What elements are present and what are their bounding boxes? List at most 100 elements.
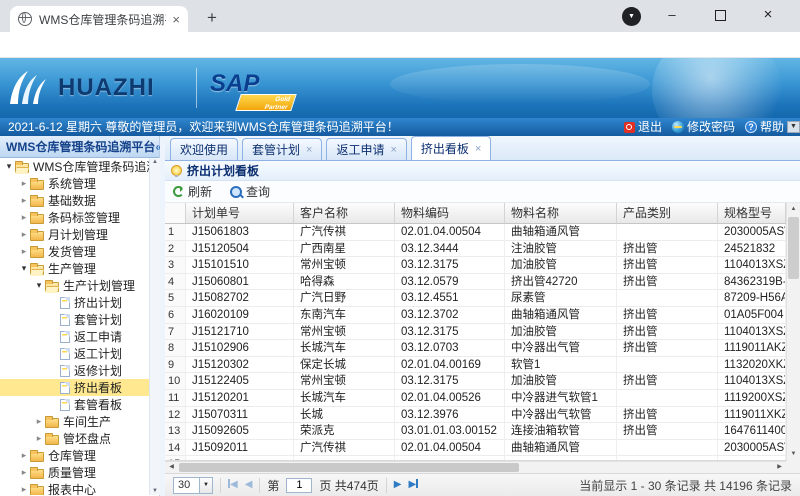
table-row[interactable]: 7J15121710常州宝顿03.12.3175加油胶管挤出管1104013XS… bbox=[165, 324, 786, 341]
tree-item-发货管理[interactable]: ▸发货管理 bbox=[0, 243, 149, 260]
vertical-scrollbar[interactable]: ▲ ▼ bbox=[786, 203, 800, 461]
table-row[interactable]: 6J16020109东南汽车03.12.3702曲轴箱通风管挤出管01A05F0… bbox=[165, 307, 786, 324]
tree-item-生产计划管理[interactable]: ▾ 生产计划管理 bbox=[0, 277, 149, 294]
page-number-input[interactable] bbox=[286, 478, 312, 493]
tree-item-系统管理[interactable]: ▸系统管理 bbox=[0, 175, 149, 192]
tree-expander-icon[interactable]: ▸ bbox=[33, 433, 45, 444]
tree-item-质量管理[interactable]: ▸质量管理 bbox=[0, 464, 149, 481]
document-tab-挤出看板[interactable]: 挤出看板× bbox=[411, 136, 491, 160]
tree-expander-icon[interactable]: ▸ bbox=[33, 416, 45, 427]
tree-item-管坯盘点[interactable]: ▸管坯盘点 bbox=[0, 430, 149, 447]
scroll-down-icon[interactable]: ▼ bbox=[787, 448, 800, 461]
tree-item-label: 生产计划管理 bbox=[63, 277, 135, 294]
folder-icon bbox=[30, 486, 44, 496]
table-row[interactable]: 3J15101510常州宝顿03.12.3175加油胶管挤出管1104013XS… bbox=[165, 257, 786, 274]
browser-profile-icon[interactable]: ▼ bbox=[622, 7, 641, 26]
tree-expander-icon[interactable]: ▸ bbox=[18, 212, 30, 223]
tree-expander-icon[interactable]: ▸ bbox=[18, 246, 30, 257]
page-size-select[interactable]: 30 ▼ bbox=[173, 477, 213, 494]
tree-item-WMS仓库管理条码追溯系统[interactable]: ▾WMS仓库管理条码追溯系统 bbox=[0, 158, 149, 175]
vertical-scrollbar-thumb[interactable] bbox=[788, 217, 799, 279]
tree-item-月计划管理[interactable]: ▸月计划管理 bbox=[0, 226, 149, 243]
table-row[interactable]: 11J15120201长城汽车02.01.04.00526中冷器进气软管1111… bbox=[165, 390, 786, 407]
query-button[interactable]: 查询 bbox=[230, 183, 270, 200]
refresh-button[interactable]: 刷新 bbox=[173, 183, 212, 200]
table-row[interactable]: 9J15120302保定长城02.01.04.00169软管11132020XK… bbox=[165, 357, 786, 374]
table-row[interactable]: 13J15092605荣派克03.01.01.03.00152连接油箱软管挤出管… bbox=[165, 423, 786, 440]
grid-header-规格型号[interactable]: 规格型号 bbox=[718, 203, 786, 224]
tree-item-生产管理[interactable]: ▾生产管理 bbox=[0, 260, 149, 277]
grid-header-rownum bbox=[165, 203, 186, 224]
sidebar-scrollbar[interactable]: ▲ ▼ bbox=[149, 158, 160, 495]
tree-item-挤出计划[interactable]: 挤出计划 bbox=[0, 294, 149, 311]
window-close-button[interactable]: × bbox=[748, 0, 788, 30]
tree-item-返工计划[interactable]: 返工计划 bbox=[0, 345, 149, 362]
tree-expander-icon[interactable]: ▾ bbox=[3, 161, 15, 172]
grid-header-产品类别[interactable]: 产品类别 bbox=[617, 203, 718, 224]
window-maximize-button[interactable] bbox=[700, 0, 740, 30]
tree-item-挤出看板[interactable]: 挤出看板 bbox=[0, 379, 149, 396]
help-button[interactable]: ? 帮助 bbox=[745, 118, 784, 136]
grid-header-客户名称[interactable]: 客户名称 bbox=[294, 203, 395, 224]
grid-header-物料名称[interactable]: 物料名称 bbox=[505, 203, 617, 224]
tree-expander-icon[interactable]: ▸ bbox=[18, 484, 30, 495]
horizontal-scrollbar[interactable]: ◀ ▶ bbox=[165, 461, 786, 473]
document-tab-欢迎使用[interactable]: 欢迎使用 bbox=[170, 138, 238, 160]
tab-close-icon[interactable]: × bbox=[306, 144, 312, 156]
next-page-button[interactable]: ▶ bbox=[394, 477, 402, 493]
scroll-left-icon[interactable]: ◀ bbox=[165, 462, 178, 473]
tree-expander-icon[interactable]: ▸ bbox=[18, 229, 30, 240]
tree-expander-icon[interactable]: ▾ bbox=[18, 263, 30, 274]
table-cell: 1104013XSZ0 bbox=[718, 373, 786, 390]
window-minimize-button[interactable]: – bbox=[652, 0, 692, 30]
tree-item-条码标签管理[interactable]: ▸条码标签管理 bbox=[0, 209, 149, 226]
tree-item-返修计划[interactable]: 返修计划 bbox=[0, 362, 149, 379]
document-tab-返工申请[interactable]: 返工申请× bbox=[326, 138, 406, 160]
row-number: 3 bbox=[165, 257, 186, 274]
table-row[interactable]: 14J15092011广汽传祺02.01.04.00504曲轴箱通风管20300… bbox=[165, 440, 786, 457]
table-cell bbox=[617, 224, 718, 241]
tree-item-仓库管理[interactable]: ▸仓库管理 bbox=[0, 447, 149, 464]
table-row[interactable]: 10J15122405常州宝顿03.12.3175加油胶管挤出管1104013X… bbox=[165, 373, 786, 390]
table-row[interactable]: 4J15060801哈得森03.12.0579挤出管42720挤出管843623… bbox=[165, 274, 786, 291]
tree-expander-icon[interactable]: ▸ bbox=[18, 195, 30, 206]
tree-expander-icon[interactable]: ▸ bbox=[18, 178, 30, 189]
tree-item-套管计划[interactable]: 套管计划 bbox=[0, 311, 149, 328]
scroll-up-icon[interactable]: ▲ bbox=[787, 203, 800, 216]
scroll-right-icon[interactable]: ▶ bbox=[773, 462, 786, 473]
grid-header-计划单号[interactable]: 计划单号 bbox=[186, 203, 294, 224]
last-page-button[interactable]: ▶ bbox=[408, 477, 418, 493]
tree-item-返工申请[interactable]: 返工申请 bbox=[0, 328, 149, 345]
scroll-up-icon[interactable]: ▲ bbox=[150, 159, 160, 165]
change-password-button[interactable]: 修改密码 bbox=[672, 118, 735, 136]
table-row[interactable]: 5J15082702广汽日野03.12.4551尿素管87209-H56A1 bbox=[165, 290, 786, 307]
tree-item-车间生产[interactable]: ▸车间生产 bbox=[0, 413, 149, 430]
logout-button[interactable]: 退出 bbox=[624, 118, 662, 136]
tree-expander-icon[interactable]: ▾ bbox=[33, 280, 45, 291]
scroll-down-icon[interactable]: ▼ bbox=[150, 488, 160, 494]
tab-close-icon[interactable]: × bbox=[475, 143, 481, 155]
tree-expander-icon[interactable]: ▸ bbox=[18, 467, 30, 478]
nav-tree: ▾WMS仓库管理条码追溯系统▸系统管理▸基础数据▸条码标签管理▸月计划管理▸发货… bbox=[0, 158, 149, 495]
table-row[interactable]: 1J15061803广汽传祺02.01.04.00504曲轴箱通风管203000… bbox=[165, 224, 786, 241]
tree-item-套管看板[interactable]: 套管看板 bbox=[0, 396, 149, 413]
table-row[interactable]: 12J15070311长城03.12.3976中冷器出气软管挤出管1119011… bbox=[165, 407, 786, 424]
tab-close-icon[interactable]: × bbox=[172, 12, 180, 27]
browser-tab[interactable]: WMS仓库管理条码追溯平台 × bbox=[10, 6, 188, 32]
table-row[interactable]: 8J15102906长城汽车03.12.0703中冷器出气管挤出管1119011… bbox=[165, 340, 786, 357]
first-page-button[interactable]: ◀ bbox=[228, 477, 238, 493]
tree-item-基础数据[interactable]: ▸基础数据 bbox=[0, 192, 149, 209]
table-row[interactable]: 2J15120504广西南星03.12.3444注油胶管挤出管24521832 bbox=[165, 241, 786, 258]
grid-header-物料编码[interactable]: 物料编码 bbox=[395, 203, 505, 224]
new-tab-button[interactable]: + bbox=[200, 6, 224, 30]
table-cell: 曲轴箱通风管 bbox=[505, 307, 617, 324]
document-tab-套管计划[interactable]: 套管计划× bbox=[242, 138, 322, 160]
prev-page-button[interactable]: ◀ bbox=[245, 477, 253, 493]
scrollbar-corner bbox=[786, 461, 800, 473]
header-collapse-button[interactable]: ▼ bbox=[787, 121, 800, 133]
horizontal-scrollbar-thumb[interactable] bbox=[179, 463, 519, 472]
table-cell: 1104013XSZ0 bbox=[718, 257, 786, 274]
tree-expander-icon[interactable]: ▸ bbox=[18, 450, 30, 461]
tree-item-报表中心[interactable]: ▸报表中心 bbox=[0, 481, 149, 495]
tab-close-icon[interactable]: × bbox=[390, 144, 396, 156]
